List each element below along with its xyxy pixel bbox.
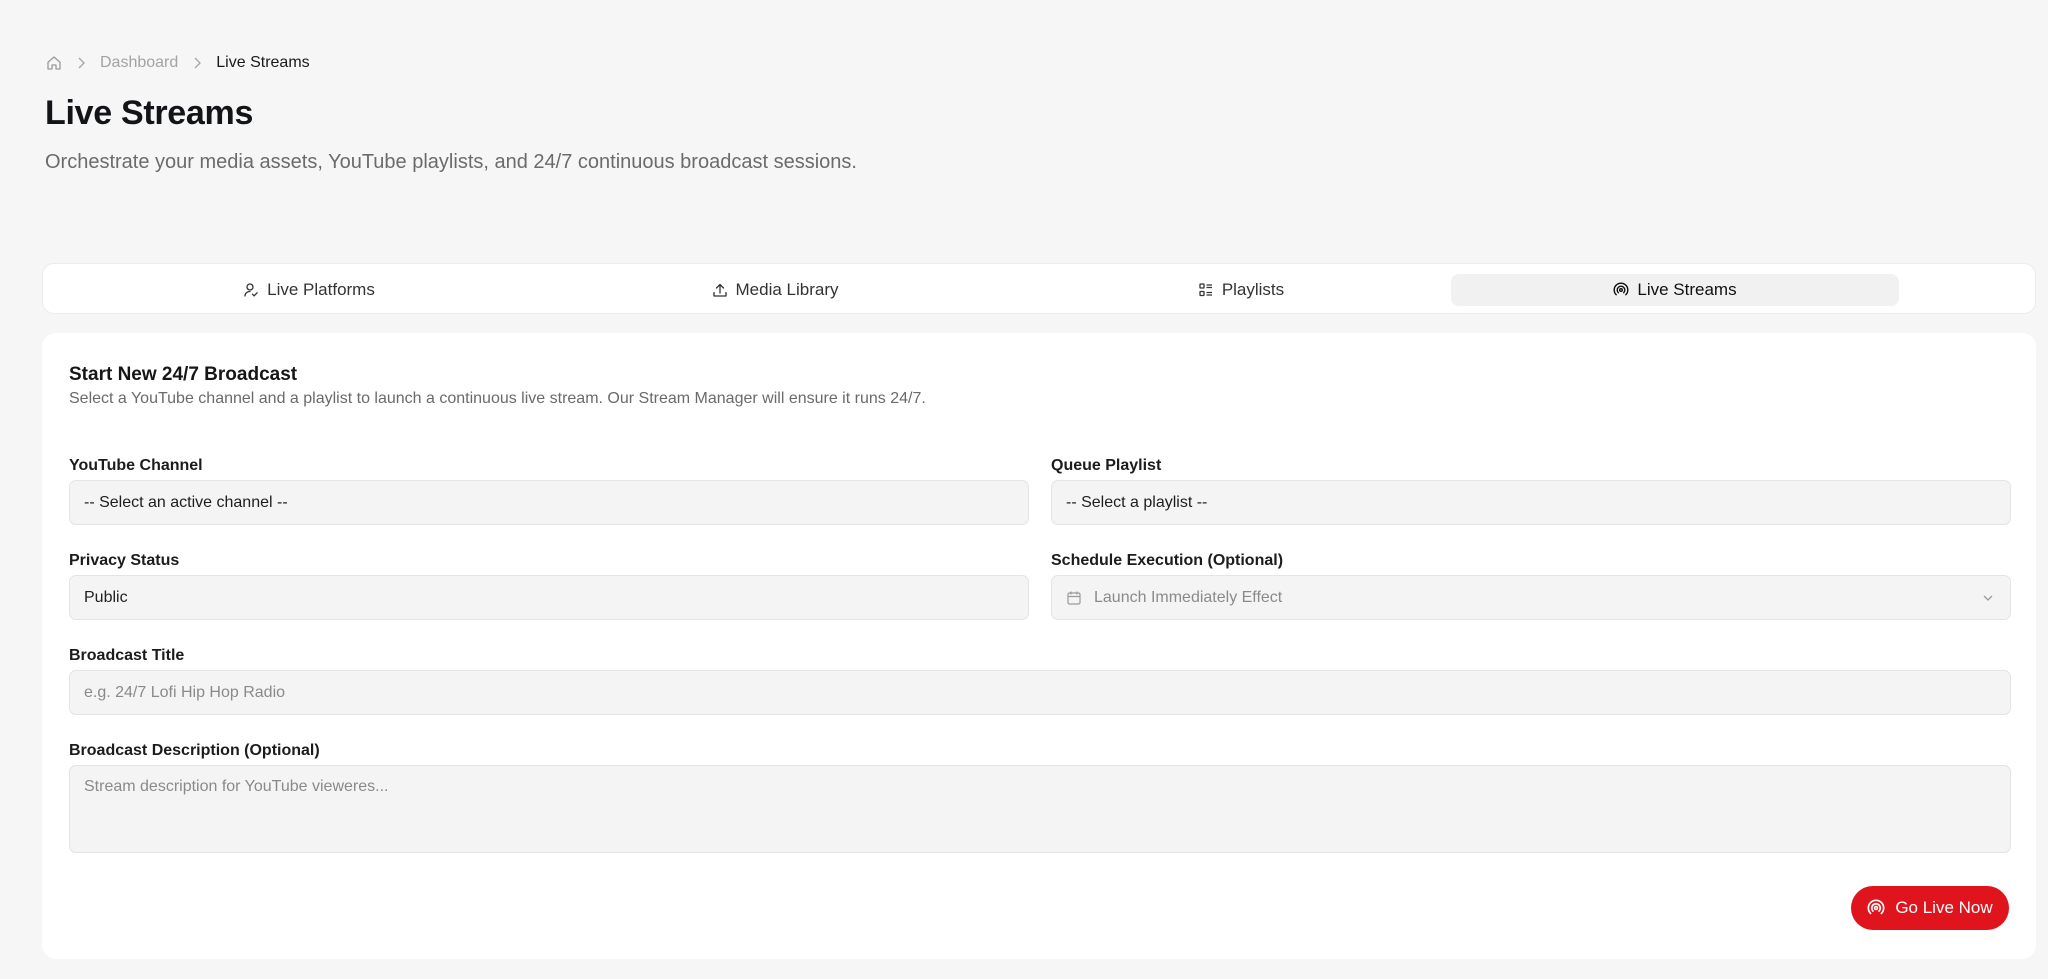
home-icon[interactable]	[46, 55, 62, 71]
go-live-label: Go Live Now	[1895, 898, 1993, 917]
page-title: Live Streams	[45, 94, 254, 132]
page: Dashboard Live Streams Live Streams Orch…	[0, 0, 2048, 979]
go-live-button[interactable]: Go Live Now	[1851, 886, 2009, 930]
select-value: -- Select a playlist --	[1066, 493, 1208, 511]
select-value: -- Select an active channel --	[84, 493, 288, 511]
broadcast-description-textarea[interactable]: Stream description for YouTube vieweres.…	[69, 765, 2011, 853]
privacy-status-select[interactable]: Public	[69, 575, 1029, 620]
chevron-right-icon	[189, 55, 205, 71]
tab-label: Media Library	[735, 280, 839, 299]
broadcast-form-card: Start New 24/7 Broadcast Select a YouTub…	[42, 333, 2036, 959]
queue-playlist-label: Queue Playlist	[1051, 457, 1162, 474]
queue-playlist-select[interactable]: -- Select a playlist --	[1051, 480, 2011, 525]
card-description: Select a YouTube channel and a playlist …	[69, 390, 926, 407]
tab-label: Playlists	[1221, 280, 1285, 299]
tab-live-platforms[interactable]: Live Platforms	[85, 274, 533, 306]
tab-media-library[interactable]: Media Library	[551, 274, 999, 306]
schedule-execution-label: Schedule Execution (Optional)	[1051, 552, 1284, 569]
list-icon	[1198, 282, 1214, 298]
tab-playlists[interactable]: Playlists	[1017, 274, 1465, 306]
broadcast-title-label: Broadcast Title	[69, 647, 185, 664]
schedule-datetime-picker[interactable]: Launch Immediately Effect	[1051, 575, 2011, 620]
broadcast-title-input[interactable]: e.g. 24/7 Lofi Hip Hop Radio	[69, 670, 2011, 715]
tab-label: Live Streams	[1637, 280, 1737, 299]
picker-value: Launch Immediately Effect	[1094, 588, 1283, 606]
broadcast-icon	[1613, 282, 1629, 298]
broadcast-description-label: Broadcast Description (Optional)	[69, 742, 320, 759]
textarea-placeholder: Stream description for YouTube vieweres.…	[84, 778, 389, 795]
select-value: Public	[84, 588, 128, 606]
privacy-status-label: Privacy Status	[69, 552, 180, 569]
tab-label: Live Platforms	[267, 280, 375, 299]
breadcrumb: Dashboard Live Streams	[46, 54, 310, 72]
breadcrumb-item-current: Live Streams	[216, 54, 310, 71]
broadcast-icon	[1867, 899, 1885, 917]
youtube-channel-label: YouTube Channel	[69, 457, 203, 474]
breadcrumb-item-dashboard[interactable]: Dashboard	[100, 54, 178, 72]
input-placeholder: e.g. 24/7 Lofi Hip Hop Radio	[84, 683, 286, 701]
chevron-down-icon	[1980, 590, 1996, 606]
card-title: Start New 24/7 Broadcast	[69, 364, 298, 385]
page-subtitle: Orchestrate your media assets, YouTube p…	[45, 151, 857, 173]
chevron-right-icon	[73, 55, 89, 71]
youtube-channel-select[interactable]: -- Select an active channel --	[69, 480, 1029, 525]
calendar-icon	[1066, 590, 1082, 606]
tab-bar: Live Platforms Media Library Playlists L…	[42, 263, 2036, 314]
upload-icon	[712, 282, 728, 298]
user-check-icon	[243, 282, 259, 298]
tab-live-streams[interactable]: Live Streams	[1451, 274, 1899, 306]
